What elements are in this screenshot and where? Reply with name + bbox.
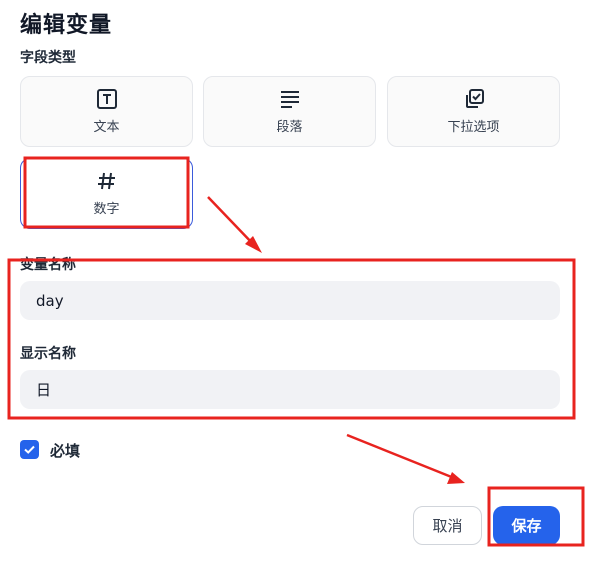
hash-icon: [96, 170, 118, 192]
field-type-label-text: 文本: [93, 120, 120, 135]
save-button[interactable]: 保存: [493, 506, 560, 545]
required-checkbox[interactable]: [20, 440, 39, 459]
field-type-label-number: 数字: [93, 202, 120, 217]
field-type-dropdown[interactable]: 下拉选项: [387, 76, 560, 147]
cancel-button[interactable]: 取消: [413, 506, 482, 545]
display-name-input[interactable]: 日: [20, 370, 560, 409]
field-type-label-dropdown: 下拉选项: [447, 120, 500, 135]
check-icon: [24, 445, 35, 454]
dropdown-options-icon: [463, 88, 485, 110]
variable-name-label: 变量名称: [20, 257, 76, 273]
annotation-arrow-1: [207, 196, 255, 246]
field-type-text[interactable]: 文本: [20, 76, 193, 147]
field-type-paragraph[interactable]: 段落: [203, 76, 376, 147]
paragraph-icon: [279, 88, 301, 110]
required-label: 必填: [50, 442, 81, 460]
annotation-arrowhead-2: [447, 472, 465, 484]
field-type-label-paragraph: 段落: [276, 120, 303, 135]
display-name-label: 显示名称: [20, 346, 76, 362]
annotation-arrow-2: [346, 433, 455, 480]
annotation-arrowhead-1: [245, 236, 262, 253]
text-icon: [96, 88, 118, 110]
field-type-label: 字段类型: [20, 50, 76, 66]
page-title: 编辑变量: [20, 13, 113, 38]
field-type-number[interactable]: 数字: [20, 158, 193, 229]
variable-name-input[interactable]: day: [20, 281, 560, 320]
